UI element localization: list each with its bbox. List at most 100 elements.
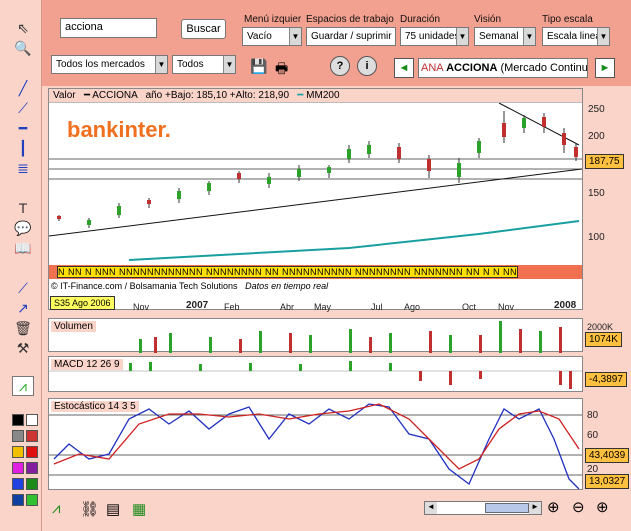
- channel-icon[interactable]: ⟋: [12, 98, 34, 118]
- chevron-down-icon: ▼: [597, 28, 609, 45]
- color-swatch-green[interactable]: [26, 478, 38, 490]
- duracion-value: 75 unidades: [405, 31, 460, 42]
- menu-izq-value: Vacío: [247, 31, 272, 42]
- zoom-icon[interactable]: 🔍: [12, 38, 34, 58]
- menu-izq-label: Menú izquier: [244, 14, 302, 25]
- move-icon[interactable]: ↗: [12, 298, 34, 318]
- trendline-icon[interactable]: ╱: [12, 78, 34, 98]
- chevron-down-icon: ▼: [289, 28, 301, 45]
- chart-add-icon[interactable]: ⩘: [52, 500, 60, 517]
- color-swatch-navy[interactable]: [12, 494, 24, 506]
- chart-style-icon[interactable]: ⩘: [12, 376, 34, 396]
- next-ticker-icon[interactable]: ►: [595, 58, 615, 78]
- scroll-right-icon[interactable]: ►: [529, 502, 541, 514]
- pointer-icon[interactable]: ⇖: [12, 18, 34, 38]
- color-swatch-gold[interactable]: [12, 446, 24, 458]
- chevron-down-icon: ▼: [155, 56, 167, 73]
- comment-icon[interactable]: 💬: [12, 218, 34, 238]
- type-select-value: Todos: [177, 59, 204, 70]
- menu-izq-select[interactable]: Vacío ▼: [242, 27, 302, 46]
- book-icon[interactable]: 📖: [12, 238, 34, 258]
- type-select[interactable]: Todos ▼: [172, 55, 236, 74]
- volume-panel: Volumen: [48, 318, 583, 353]
- y-tick-200: 200: [588, 131, 605, 142]
- link-icon[interactable]: ⛓: [80, 500, 99, 518]
- help-icon[interactable]: ?: [330, 56, 350, 76]
- year-label: 2007: [186, 300, 209, 311]
- color-swatch-red[interactable]: [26, 430, 38, 442]
- color-swatch-blue[interactable]: [12, 478, 24, 490]
- color-swatch-white[interactable]: [26, 414, 38, 426]
- bottom-toolbar: [42, 492, 631, 531]
- zoom-fit-icon[interactable]: ⊕: [547, 498, 560, 516]
- vision-select[interactable]: Semanal ▼: [474, 27, 536, 46]
- color-swatch-purple[interactable]: [26, 462, 38, 474]
- vision-value: Semanal: [479, 31, 519, 42]
- espacios-select[interactable]: Guardar / suprimir: [306, 27, 396, 46]
- stochastic-chart: [49, 403, 582, 490]
- trash-icon[interactable]: 🗑: [12, 318, 34, 338]
- color-swatch-gray[interactable]: [12, 430, 24, 442]
- news-strip[interactable]: N NN N NNN NNNNNNNNNNNN NNNNNNNN NN NNNN…: [49, 265, 582, 279]
- macd-histogram: [49, 361, 582, 389]
- ticker-name: ACCIONA: [446, 62, 498, 74]
- print-icon[interactable]: 🖶: [275, 58, 293, 76]
- price-chart: [49, 103, 582, 261]
- table-icon[interactable]: ▤: [106, 500, 120, 518]
- price-panel: Valor ━ ACCIONA año +Bajo: 185,10 +Alto:…: [48, 88, 583, 310]
- macd-badge: -4,3897: [585, 372, 627, 387]
- date-cursor-tag: S35 Ago 2006: [50, 296, 115, 310]
- chevron-down-icon: ▼: [223, 56, 235, 73]
- info-icon[interactable]: i: [357, 56, 377, 76]
- month-label: Nov: [133, 302, 150, 312]
- search-button[interactable]: Buscar: [181, 19, 226, 39]
- draw-icon[interactable]: ⟋: [12, 278, 34, 298]
- save-icon[interactable]: 💾: [250, 58, 267, 74]
- month-label: Nov: [498, 302, 515, 312]
- news-tags: N NN N NNN NNNNNNNNNNNN NNNNNNNN NN NNNN…: [57, 266, 518, 278]
- stoch-d-badge: 13,0327: [585, 474, 630, 489]
- duracion-select[interactable]: 75 unidades ▼: [400, 27, 469, 46]
- escala-select[interactable]: Escala lineal ▼: [542, 27, 610, 46]
- espacios-value: Guardar / suprimir: [311, 31, 392, 42]
- prev-ticker-icon[interactable]: ◄: [394, 58, 414, 78]
- y-tick-100: 100: [588, 232, 605, 243]
- month-label: Jul: [371, 302, 383, 312]
- month-label: Ago: [404, 302, 421, 312]
- escala-value: Escala lineal: [547, 31, 604, 42]
- month-label: Oct: [462, 302, 477, 312]
- ticker-market: (Mercado Continu: [500, 62, 588, 74]
- market-select-value: Todos los mercados: [56, 59, 145, 70]
- zoom-in-icon[interactable]: ⊕: [596, 498, 609, 516]
- ticker-prefix: ANA: [421, 62, 444, 74]
- price-series-name: ACCIONA: [92, 90, 138, 101]
- fibonacci-icon[interactable]: ≣: [12, 158, 34, 178]
- stoch-k-badge: 43,4039: [585, 448, 630, 463]
- text-icon[interactable]: T: [12, 198, 34, 218]
- vline-icon[interactable]: ┃: [12, 138, 34, 158]
- macd-panel: MACD 12 26 9: [48, 356, 583, 392]
- scroll-left-icon[interactable]: ◄: [425, 502, 437, 514]
- hline-icon[interactable]: ━: [12, 118, 34, 138]
- stoch-tick-80: 80: [587, 410, 599, 421]
- realtime-text: Datos en tiempo real: [245, 281, 329, 291]
- color-swatch-crimson[interactable]: [26, 446, 38, 458]
- scroll-thumb[interactable]: [485, 503, 529, 513]
- time-scrollbar[interactable]: ◄ ►: [424, 501, 542, 515]
- stochastic-panel: Estocástico 14 3 5: [48, 398, 583, 490]
- tools-icon[interactable]: ⚒: [12, 338, 34, 358]
- search-input[interactable]: acciona: [60, 18, 157, 38]
- color-swatch-black[interactable]: [12, 414, 24, 426]
- color-swatch-magenta[interactable]: [12, 462, 24, 474]
- zoom-out-icon[interactable]: ⊖: [572, 498, 585, 516]
- ticker-display: ANA ACCIONA (Mercado Continu: [418, 58, 588, 78]
- candles: [57, 111, 578, 228]
- duracion-label: Duración: [400, 14, 441, 25]
- grid-icon[interactable]: ▦: [132, 500, 146, 518]
- month-label: Abr: [280, 302, 295, 312]
- market-select[interactable]: Todos los mercados ▼: [51, 55, 168, 74]
- escala-label: Tipo escala: [542, 14, 593, 25]
- volume-axis: 2000K: [587, 322, 614, 332]
- credit-line: © IT-Finance.com / Bolsamania Tech Solut…: [51, 281, 328, 291]
- color-swatch-lime[interactable]: [26, 494, 38, 506]
